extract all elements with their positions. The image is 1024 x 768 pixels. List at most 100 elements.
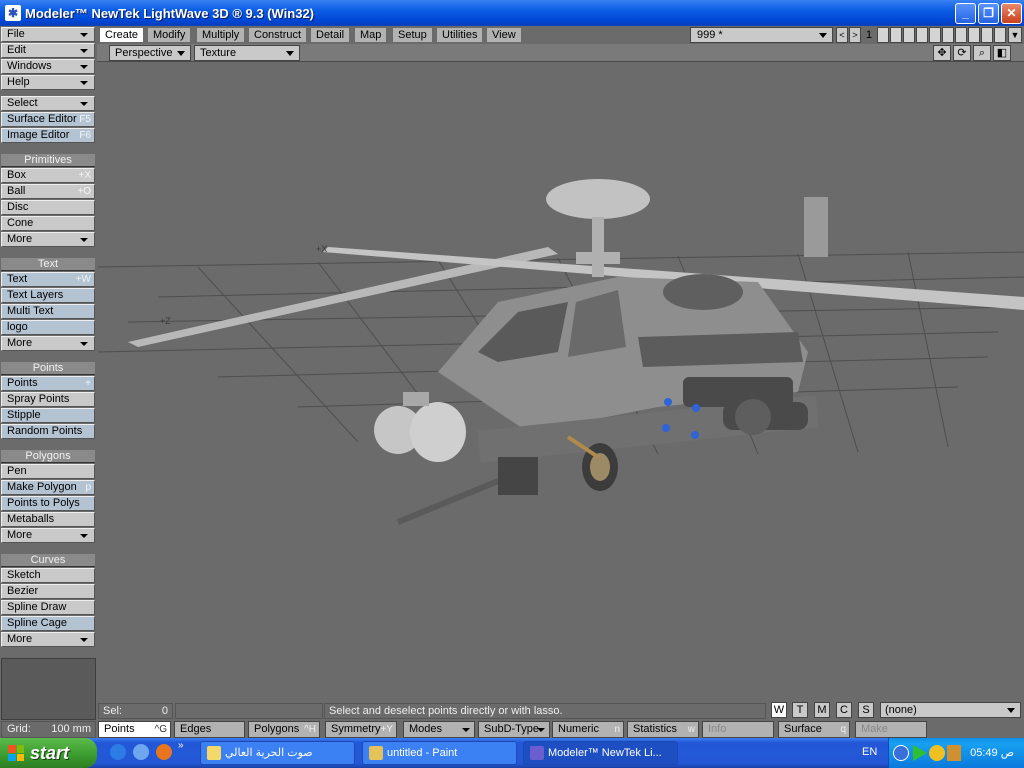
layer-cell[interactable] — [955, 27, 967, 43]
spline-cage-button[interactable]: Spline Cage — [1, 616, 95, 631]
lightwave-app-icon[interactable]: ✱ — [5, 5, 21, 21]
tab-create[interactable]: Create — [99, 27, 145, 43]
close-button[interactable]: ✕ — [1001, 3, 1022, 24]
tab-map[interactable]: Map — [354, 27, 388, 43]
polygons-mode-button[interactable]: Polygons ^H — [248, 721, 320, 738]
multi-text-button[interactable]: Multi Text — [1, 304, 95, 319]
logo-button[interactable]: logo — [1, 320, 95, 335]
layer-next-button[interactable]: > — [849, 27, 861, 43]
file-menu[interactable]: File — [1, 27, 95, 42]
shading-dropdown[interactable]: Texture — [194, 45, 300, 61]
language-indicator[interactable]: EN — [862, 746, 877, 758]
minimize-button[interactable]: _ — [955, 3, 976, 24]
points-tool-button[interactable]: Points + — [1, 376, 95, 391]
taskbar-paint-item[interactable]: untitled - Paint — [362, 741, 517, 765]
quicklaunch-more-icon[interactable]: » — [178, 740, 188, 756]
box-tool-button[interactable]: Box +X — [1, 168, 95, 183]
layer-dropdown-icon[interactable]: ▼ — [1008, 27, 1022, 43]
cone-tool-button[interactable]: Cone — [1, 216, 95, 231]
layer-cell[interactable] — [903, 27, 915, 43]
make-button[interactable]: Make — [855, 721, 927, 738]
back-arrow-icon[interactable] — [893, 745, 909, 761]
help-menu[interactable]: Help — [1, 75, 95, 90]
tab-multiply[interactable]: Multiply — [196, 27, 246, 43]
zoom-icon[interactable]: ⌕ — [973, 45, 991, 61]
taskbar-item-label: صوت الحرية العالي — [225, 747, 313, 759]
mode-s-button[interactable]: S — [858, 702, 874, 718]
pen-tool-button[interactable]: Pen — [1, 464, 95, 479]
mode-c-button[interactable]: C — [836, 702, 852, 718]
tab-detail[interactable]: Detail — [310, 27, 351, 43]
make-polygon-shortcut: p — [85, 482, 91, 493]
polygons-more-button[interactable]: More — [1, 528, 95, 543]
start-button[interactable]: start — [0, 738, 97, 768]
disc-tool-button[interactable]: Disc — [1, 200, 95, 215]
select-menu[interactable]: Select — [1, 96, 95, 111]
mode-w-button[interactable]: W — [771, 702, 787, 718]
firefox-icon[interactable] — [156, 744, 172, 760]
tab-view[interactable]: View — [486, 27, 522, 43]
curves-more-button[interactable]: More — [1, 632, 95, 647]
mode-m-button[interactable]: M — [814, 702, 830, 718]
layer-cell[interactable] — [981, 27, 993, 43]
layer-cell[interactable] — [929, 27, 941, 43]
tab-setup[interactable]: Setup — [392, 27, 433, 43]
layer-cell[interactable] — [916, 27, 928, 43]
tab-construct[interactable]: Construct — [248, 27, 308, 43]
stipple-button[interactable]: Stipple — [1, 408, 95, 423]
layer-cell[interactable] — [994, 27, 1006, 43]
points-to-polys-button[interactable]: Points to Polys — [1, 496, 95, 511]
tab-utilities[interactable]: Utilities — [436, 27, 484, 43]
text-layers-button[interactable]: Text Layers — [1, 288, 95, 303]
edges-mode-button[interactable]: Edges — [174, 721, 245, 738]
projection-dropdown[interactable]: Perspective — [109, 45, 191, 61]
layer-cell[interactable] — [968, 27, 980, 43]
rotate-icon[interactable]: ⟳ — [953, 45, 971, 61]
taskbar-folder-item[interactable]: صوت الحرية العالي — [200, 741, 355, 765]
bezier-button[interactable]: Bezier — [1, 584, 95, 599]
random-points-button[interactable]: Random Points — [1, 424, 95, 439]
title-bar[interactable]: ✱ Modeler™ NewTek LightWave 3D ® 9.3 (Wi… — [0, 0, 1024, 26]
numeric-button[interactable]: Numeric n — [552, 721, 624, 738]
sketch-button[interactable]: Sketch — [1, 568, 95, 583]
surface-dropdown[interactable]: (none) — [880, 702, 1021, 718]
edit-menu[interactable]: Edit — [1, 43, 95, 58]
surface-editor-button[interactable]: Surface Editor F5 — [1, 112, 95, 127]
move-icon[interactable]: ✥ — [933, 45, 951, 61]
windows-menu[interactable]: Windows — [1, 59, 95, 74]
tab-modify[interactable]: Modify — [147, 27, 192, 43]
primitives-more-button[interactable]: More — [1, 232, 95, 247]
mode-t-button[interactable]: T — [792, 702, 808, 718]
polygons-mode-shortcut: ^H — [304, 724, 316, 735]
layer-cell[interactable] — [877, 27, 889, 43]
metaballs-button[interactable]: Metaballs — [1, 512, 95, 527]
points-mode-button[interactable]: Points ^G — [98, 721, 171, 738]
layer-select-dropdown[interactable]: 999 * — [690, 27, 833, 43]
layer-cell[interactable] — [890, 27, 902, 43]
text-tool-button[interactable]: Text +W — [1, 272, 95, 287]
statistics-button[interactable]: Statistics w — [627, 721, 699, 738]
info-button[interactable]: Info — [702, 721, 774, 738]
internet-explorer-icon[interactable] — [110, 744, 126, 760]
taskbar-modeler-item[interactable]: Modeler™ NewTek Li... — [523, 741, 678, 765]
maximize-icon[interactable]: ◧ — [993, 45, 1011, 61]
perspective-viewport[interactable]: +X +Z — [98, 62, 1024, 701]
modes-dropdown[interactable]: Modes — [403, 721, 475, 738]
text-more-button[interactable]: More — [1, 336, 95, 351]
desktop-icon[interactable] — [133, 744, 149, 760]
network-icon[interactable] — [947, 745, 961, 761]
taskbar-item-label: Modeler™ NewTek Li... — [548, 747, 662, 759]
update-icon[interactable] — [929, 745, 945, 761]
surface-button[interactable]: Surface q — [778, 721, 850, 738]
layer-prev-button[interactable]: < — [836, 27, 848, 43]
spray-points-button[interactable]: Spray Points — [1, 392, 95, 407]
spline-draw-button[interactable]: Spline Draw — [1, 600, 95, 615]
subd-type-dropdown[interactable]: SubD-Type — [478, 721, 550, 738]
restore-button[interactable]: ❐ — [978, 3, 999, 24]
play-icon[interactable] — [913, 745, 927, 761]
image-editor-button[interactable]: Image Editor F6 — [1, 128, 95, 143]
ball-tool-button[interactable]: Ball +O — [1, 184, 95, 199]
make-polygon-button[interactable]: Make Polygon p — [1, 480, 95, 495]
layer-cell[interactable] — [942, 27, 954, 43]
symmetry-button[interactable]: Symmetry +Y — [325, 721, 397, 738]
